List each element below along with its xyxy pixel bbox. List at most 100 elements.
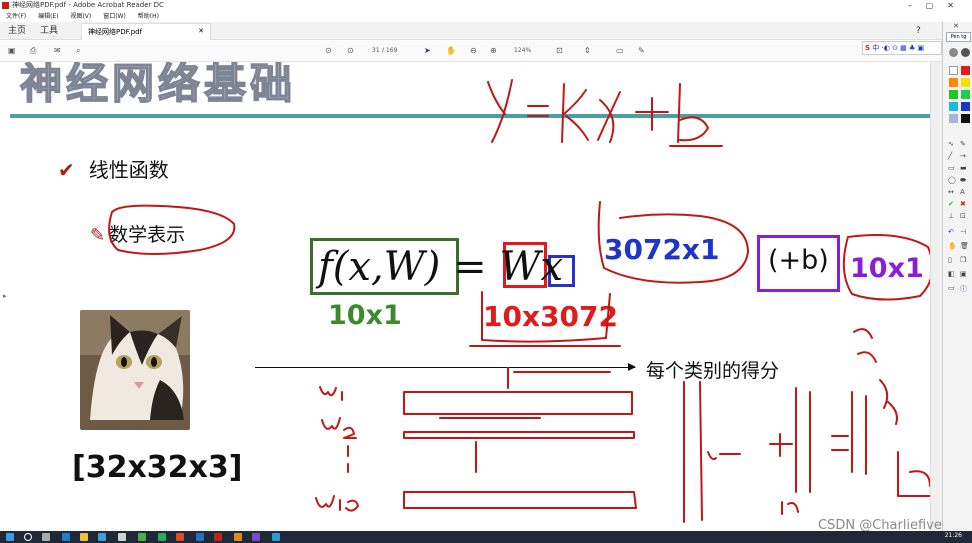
undo-icon[interactable]: ↶	[948, 228, 954, 236]
double-arrow-icon[interactable]: ↔	[948, 188, 954, 196]
page-icon[interactable]: ▯	[948, 256, 952, 264]
color-swatch-cyan[interactable]	[949, 102, 958, 111]
pencil-tool-icon[interactable]: ✎	[960, 140, 966, 148]
main-toolbar: ▣ ⎙ ✉ ⌕ ⊙ ⊙ 31 / 169 ➤ ✋ ⊖ ⊕ 124% ⊡ ⇕ ▭ …	[0, 41, 972, 62]
app-icon[interactable]	[272, 533, 280, 541]
label-10x1-purple: 10x1	[850, 253, 924, 284]
arrow-line-icon[interactable]: →	[960, 152, 966, 160]
highlight-pen-icon[interactable]: ✎	[638, 45, 645, 57]
app-icon[interactable]	[234, 533, 242, 541]
tab-home[interactable]: 主页	[8, 25, 26, 37]
bullet-linear-function: ✔ 线性函数	[58, 154, 169, 183]
ellipse-outline-icon[interactable]: ◯	[948, 176, 956, 184]
color-swatch-lavender[interactable]	[949, 114, 958, 123]
edge-icon[interactable]	[62, 533, 70, 541]
menu-file[interactable]: 文件(F)	[6, 13, 26, 20]
search-icon[interactable]: ⌕	[76, 45, 80, 57]
pen-panel-title: Pen tg	[946, 32, 971, 42]
save-ink-icon[interactable]: ▣	[960, 270, 967, 278]
app-icon[interactable]	[118, 533, 126, 541]
ime-logo-icon: S	[865, 44, 871, 52]
bullet2-text: 数学表示	[109, 224, 186, 246]
arrow-head-icon	[628, 363, 636, 371]
rectangle-outline-icon[interactable]: ▭	[948, 164, 955, 172]
color-swatch-red[interactable]	[961, 66, 970, 75]
color-swatch-yellow[interactable]	[961, 78, 970, 87]
page-number-input[interactable]: 31	[372, 45, 380, 57]
ime-tools-icon: ·◐ ⊙ ▦ ♣ ▣	[881, 44, 925, 52]
ruler-icon[interactable]: ⊥	[948, 212, 954, 220]
color-swatch-blue[interactable]	[961, 102, 970, 111]
cross-stamp-icon[interactable]: ✖	[960, 200, 966, 208]
formula-text: f(x,W) = Wx	[318, 244, 564, 290]
color-swatch-black[interactable]	[961, 114, 970, 123]
mapping-arrow-line	[255, 367, 635, 368]
acrobat-taskbar-icon[interactable]	[214, 533, 222, 541]
acrobat-app-icon	[2, 2, 9, 9]
print-icon[interactable]: ⎙	[30, 45, 36, 57]
color-swatch-white[interactable]	[949, 66, 958, 75]
ellipse-fill-icon[interactable]: ⬬	[960, 176, 966, 185]
trash-icon[interactable]: 🗑	[960, 242, 969, 250]
prev-page-icon[interactable]: ⊙	[325, 45, 332, 57]
task-view-icon[interactable]	[42, 533, 50, 541]
left-panel-toggle-icon[interactable]: ▸	[3, 292, 7, 300]
app-icon[interactable]	[138, 533, 146, 541]
menu-window[interactable]: 窗口(W)	[103, 13, 126, 20]
zoom-in-icon[interactable]: ⊕	[490, 45, 497, 57]
app-icon[interactable]	[252, 533, 260, 541]
email-icon[interactable]: ✉	[54, 45, 61, 57]
app-icon[interactable]	[176, 533, 184, 541]
tab-document[interactable]: 神经网络PDF.pdf ✕	[81, 23, 211, 40]
hand-panel-icon[interactable]: ✋	[948, 242, 957, 250]
zoom-level-select[interactable]: 124%	[514, 45, 531, 57]
color-swatch-orange[interactable]	[949, 78, 958, 87]
app-icon[interactable]	[98, 533, 106, 541]
window-controls[interactable]: –▢✕	[908, 0, 968, 11]
ime-mode[interactable]: 中	[872, 44, 879, 52]
start-icon[interactable]	[6, 533, 14, 541]
fit-page-icon[interactable]: ⊡	[556, 45, 563, 57]
system-clock: 21:26	[944, 532, 962, 539]
app-icon[interactable]	[196, 533, 204, 541]
zoom-out-icon[interactable]: ⊖	[470, 45, 477, 57]
comment-icon[interactable]: ▭	[616, 45, 624, 57]
pin-icon[interactable]: ⊣	[960, 228, 966, 236]
next-page-icon[interactable]: ⊙	[347, 45, 354, 57]
label-plus-b: (+b)	[768, 245, 829, 276]
pdf-page-view[interactable]: 神经网络基础 ✔ 线性函数 ✎ 数学表示 f(x,W) = Wx 10x1 10x3…	[0, 62, 930, 531]
window-titlebar: 神经网络PDF.pdf - Adobe Acrobat Reader DC –▢…	[0, 0, 972, 11]
text-tool-icon[interactable]: A	[960, 188, 965, 196]
vertical-scrollbar[interactable]	[930, 62, 942, 531]
color-swatch-green[interactable]	[949, 90, 958, 99]
line-tool-icon[interactable]: ╱	[948, 152, 952, 160]
rectangle-fill-icon[interactable]: ▬	[960, 164, 967, 172]
file-explorer-icon[interactable]	[80, 533, 88, 541]
eraser-icon[interactable]: ◧	[948, 270, 955, 278]
menu-view[interactable]: 视图(V)	[70, 13, 91, 20]
cat-illustration	[80, 310, 190, 430]
hand-tool-icon[interactable]: ✋	[446, 45, 456, 57]
check-stamp-icon[interactable]: ✔	[948, 200, 954, 208]
menu-help[interactable]: 帮助(H)	[138, 13, 159, 20]
color-swatch-lightgreen[interactable]	[961, 90, 970, 99]
zoom-box-icon[interactable]: ⊡	[960, 212, 966, 220]
screen-icon[interactable]: ▭	[948, 284, 955, 292]
save-icon[interactable]: ▣	[8, 45, 16, 57]
close-icon[interactable]: ✕	[198, 27, 204, 35]
select-cursor-icon[interactable]: ➤	[424, 45, 431, 57]
app-icon[interactable]	[158, 533, 166, 541]
freehand-pen-icon[interactable]: ∿	[948, 140, 954, 148]
pen-size-dot[interactable]	[961, 48, 970, 57]
tab-tools[interactable]: 工具	[40, 25, 58, 37]
copy-icon[interactable]: ❐	[960, 256, 966, 264]
pen-size-dot[interactable]	[949, 48, 958, 57]
menu-edit[interactable]: 编辑(E)	[38, 13, 58, 20]
info-icon[interactable]: ⓘ	[960, 284, 967, 294]
search-taskbar-icon[interactable]	[24, 533, 32, 541]
panel-close-icon[interactable]: ✕	[953, 22, 959, 30]
help-icon[interactable]: ?	[916, 25, 921, 37]
scroll-mode-icon[interactable]: ⇕	[584, 45, 591, 57]
pen-tool-panel: ✕ Pen tg ∿ ✎ ╱ → ▭ ▬ ◯ ⬬ ↔ A ✔ ✖ ⊥ ⊡ ↶ ⊣…	[942, 22, 972, 531]
ime-toolbar[interactable]: S 中 ·◐ ⊙ ▦ ♣ ▣	[862, 41, 942, 55]
